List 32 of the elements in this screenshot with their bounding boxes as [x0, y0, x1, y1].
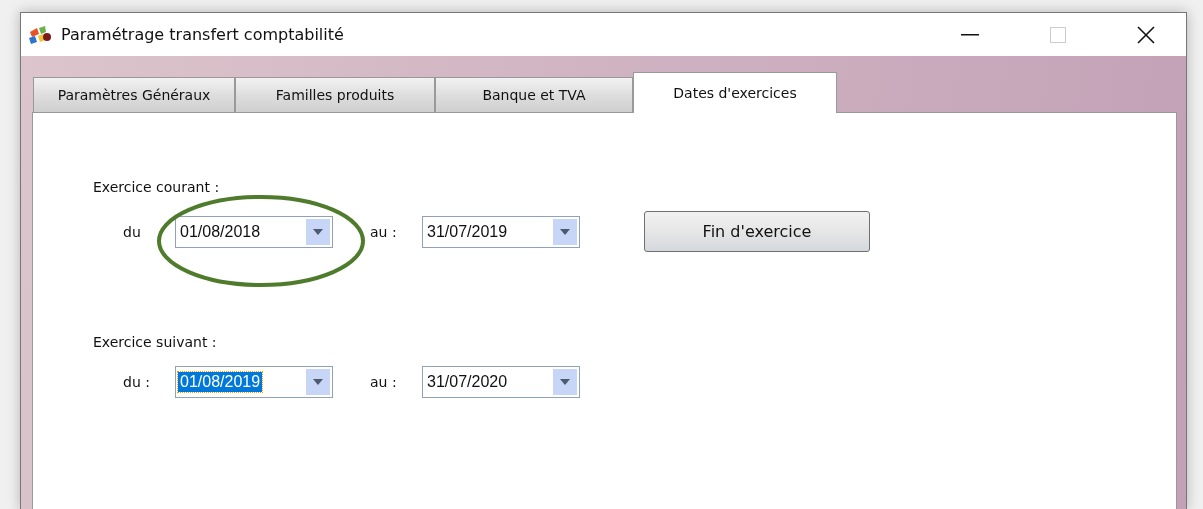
section-label: Exercice courant :	[93, 179, 221, 195]
date-value: 01/08/2018	[179, 221, 262, 242]
caret-icon	[560, 379, 570, 385]
caret-icon	[313, 379, 323, 385]
end-of-year-button[interactable]: Fin d'exercice	[644, 211, 870, 252]
dropdown-button[interactable]	[306, 369, 330, 395]
window-title: Paramétrage transfert comptabilité	[61, 25, 345, 44]
dropdown-button[interactable]	[306, 218, 330, 245]
maximize-icon	[1050, 26, 1066, 43]
dropdown-button[interactable]	[553, 369, 577, 395]
field-label: au :	[370, 374, 398, 390]
tab[interactable]: Banque et TVA	[435, 77, 633, 112]
date-field[interactable]: 01/08/2018	[175, 215, 333, 248]
date-value: 01/08/2019	[178, 372, 263, 392]
date-field[interactable]: 31/07/2020	[422, 366, 580, 398]
section-label: Exercice suivant :	[93, 334, 218, 350]
app-icon	[27, 23, 53, 46]
field-label: du	[123, 223, 142, 240]
caret-icon	[313, 228, 323, 235]
dropdown-button[interactable]	[553, 218, 577, 245]
field-label: du :	[123, 374, 151, 390]
minimize-icon	[961, 33, 979, 36]
date-value: 31/07/2019	[426, 221, 509, 242]
field-label: au :	[370, 223, 398, 240]
tab[interactable]: Paramètres Généraux	[33, 77, 235, 112]
caret-icon	[560, 228, 570, 235]
tab[interactable]: Familles produits	[235, 77, 435, 112]
tab[interactable]: Dates d'exercices	[633, 72, 837, 113]
close-icon	[1137, 25, 1155, 44]
date-field[interactable]: 31/07/2019	[422, 215, 580, 248]
date-field[interactable]: 01/08/2019	[175, 366, 333, 398]
date-value: 31/07/2020	[426, 372, 509, 392]
